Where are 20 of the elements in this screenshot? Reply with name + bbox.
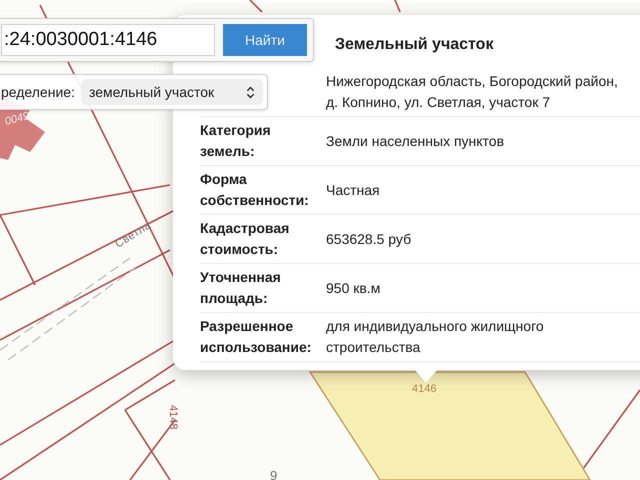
field-value: для индивидуального жилищного строительства <box>326 317 545 357</box>
field-label: Кадастровая стоимость: <box>200 219 290 259</box>
field-label: Форма собственности: <box>200 170 310 210</box>
parcel-number: 9 <box>270 468 278 480</box>
filter-label: ределение: <box>1 84 75 100</box>
parcel-number: 4146 <box>412 383 436 395</box>
popup-title: Земельный участок <box>335 35 494 55</box>
parcel-number: 0049 <box>4 110 30 128</box>
parcel-number: 4148 <box>167 405 179 430</box>
type-dropdown[interactable]: земельный участок <box>80 79 263 105</box>
field-label: Категория земель: <box>200 121 272 161</box>
search-field[interactable]: :24:0030001:4146 <box>1 24 215 56</box>
field-value: Нижегородская область, Богородский район, д. Копнино, ул. Светлая, участок 7 <box>326 72 619 112</box>
field-label: Разрешенное использование: <box>200 317 312 357</box>
dropdown-arrows-icon <box>246 86 255 98</box>
field-label: Уточненная площадь: <box>200 268 282 308</box>
field-value: Частная <box>326 180 381 200</box>
field-value: 653628.5 руб <box>326 230 412 249</box>
field-value: 950 кв.м <box>326 278 382 298</box>
field-value: Земли населенных пунктов <box>326 132 506 151</box>
